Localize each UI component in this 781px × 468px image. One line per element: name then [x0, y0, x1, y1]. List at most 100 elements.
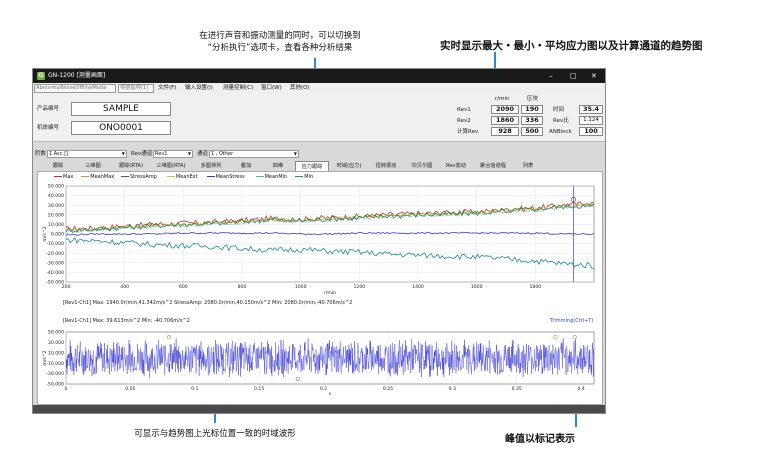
calc-rev-section-value: 500: [521, 127, 543, 136]
machine-label: 机体编号: [37, 125, 60, 131]
tab-7[interactable]: 应力跟踪: [295, 161, 329, 171]
tab-3[interactable]: 三维图(RTA): [151, 161, 191, 171]
channel-select[interactable]: 1 , Other ▼: [209, 150, 299, 158]
legend-swatch: [206, 176, 215, 177]
legend-item: MeanStress: [206, 173, 245, 182]
tab-12[interactable]: 聚合信道程: [473, 161, 513, 171]
trend-y-tick-label: 20.000: [48, 212, 64, 218]
tab-9[interactable]: 扭转振动: [369, 161, 403, 171]
menu-measure-control[interactable]: 测量控制(C): [223, 83, 253, 94]
legend-swatch: [54, 176, 62, 177]
trend-x-tick-label: 800: [238, 284, 247, 290]
app-window: G GN-1200 [测量画面] – □ ✕ AbnormalNoiseOffl…: [32, 68, 606, 414]
rev-channel-select[interactable]: Rev1 ▼: [153, 150, 193, 158]
trend-y-tick-label: -20.000: [46, 251, 64, 257]
time-y-tick-label: -50.000: [46, 382, 64, 388]
trend-chart[interactable]: 50.000 40.000 30.000 20.000 10.000 0.000 -10.0…: [38, 182, 604, 302]
trend-x-axis-label: r/min: [324, 290, 336, 296]
tab-13[interactable]: 列表: [515, 161, 541, 171]
time-y-tick-label: -10.000: [46, 361, 64, 367]
trend-y-tick-label: -40.000: [46, 270, 64, 276]
analysis-tabs: 跟踪 三维图 跟踪(RTA) 三维图(RTA) 多图排列 叠加 四维 应力跟踪 时域(应力) 扭转…: [37, 161, 603, 171]
legend-swatch: [166, 176, 175, 177]
annotation-bottom-right: 峰值以标记表示: [505, 434, 575, 445]
product-field[interactable]: SAMPLE: [71, 102, 171, 116]
time-y-tick-label: -30.000: [46, 371, 64, 377]
trend-info-line: [Rev1-Ch1] Max: 1940.0r/min,41.342m/s^2 …: [63, 300, 353, 306]
trend-y-tick-label: 40.000: [48, 193, 64, 199]
tab-10[interactable]: 坎贝尔图: [405, 161, 439, 171]
time-x-tick-label: 0.35: [512, 386, 522, 392]
trimming-link[interactable]: Trimming(Ctrl+T): [550, 318, 593, 325]
time-label: 时间: [553, 107, 565, 113]
legend-swatch: [121, 176, 129, 177]
legend-swatch: [295, 176, 304, 177]
menu-bar: AbnormalNoiseOfflineMode 导航指导(1) 文件(F) 输…: [33, 83, 605, 94]
stage-select[interactable]: 1 Acc.[] ▼: [47, 150, 127, 158]
trend-y-tick-label: 0.000: [51, 232, 64, 238]
trend-x-tick-label: 400: [120, 284, 129, 290]
status-bar: [33, 405, 605, 413]
legend-item: StressAmp: [121, 173, 157, 182]
time-x-axis-label: s: [329, 392, 332, 397]
doc-tab-offline-mode[interactable]: AbnormalNoiseOfflineMode: [34, 84, 116, 93]
legend-item: Max: [54, 173, 73, 182]
legend-item: Min: [295, 173, 313, 182]
trend-x-tick-label: 200: [62, 284, 71, 290]
calc-rev-value: 928: [491, 127, 519, 136]
legend-label: MeanMax: [90, 174, 115, 180]
tab-8[interactable]: 时域(应力): [331, 161, 367, 171]
tab-11[interactable]: Rev变动: [441, 161, 471, 171]
maximize-button[interactable]: □: [570, 69, 577, 83]
legend-item: MeanMax: [81, 173, 114, 182]
time-x-tick-label: 0.3: [449, 386, 456, 392]
trend-y-tick-label: 30.000: [48, 203, 64, 209]
revratio-label: Rev比: [553, 118, 569, 124]
tab-1[interactable]: 三维图: [75, 161, 111, 171]
time-chart[interactable]: 50.00030.00010.000-10.000-30.000-50.0000…: [38, 330, 604, 397]
legend-label: MeanStress: [215, 174, 245, 180]
trend-y-tick-label: -30.000: [46, 260, 64, 266]
time-y-tick-label: 10.000: [48, 350, 64, 356]
trend-x-tick-label: 1400: [412, 284, 424, 290]
app-logo-icon: G: [37, 72, 45, 80]
doc-tab-navigation[interactable]: 导航指导(1): [118, 84, 154, 93]
tab-2[interactable]: 跟踪(RTA): [113, 161, 149, 171]
tab-4[interactable]: 多图排列: [193, 161, 229, 171]
legend-swatch: [255, 176, 264, 177]
menu-other[interactable]: 其他(O): [290, 83, 310, 94]
trend-y-axis-label: m/s^2: [42, 226, 48, 241]
anblock-value: 100: [579, 127, 603, 136]
stage-select-value: 1 Acc.[]: [49, 151, 69, 157]
tab-0[interactable]: 跟踪: [43, 161, 73, 171]
menu-window[interactable]: 窗口(W): [261, 83, 282, 94]
minimize-button[interactable]: –: [549, 69, 553, 83]
time-x-tick-label: 0.25: [383, 386, 393, 392]
time-x-tick-label: 0: [65, 386, 68, 392]
legend-label: StressAmp: [130, 174, 157, 180]
tab-5[interactable]: 叠加: [231, 161, 261, 171]
tab-6[interactable]: 四维: [263, 161, 293, 171]
legend-label: MeanMin: [264, 174, 288, 180]
time-x-tick-label: 0.1: [191, 386, 198, 392]
rev2-value: 1860: [491, 116, 519, 125]
menu-file[interactable]: 文件(F): [158, 83, 176, 94]
legend-label: Max: [63, 174, 74, 180]
trend-x-tick-label: 1600: [471, 284, 483, 290]
section-label: 区块: [527, 96, 539, 102]
legend-item: MeanExt: [166, 173, 198, 182]
info-panel: 产品编号 SAMPLE 机体编号 ONO0001 r/min 区块 Rev1 2…: [33, 94, 605, 142]
machine-field[interactable]: ONO0001: [71, 121, 171, 135]
legend-swatch: [81, 176, 90, 177]
time-value: 35.4: [579, 105, 603, 114]
time-y-axis-label: m/s^2: [42, 350, 48, 365]
close-button[interactable]: ✕: [591, 69, 597, 83]
rev2-section-value: 336: [521, 116, 543, 125]
revratio-value: 1.124: [579, 116, 603, 125]
rev2-label: Rev2: [457, 118, 471, 124]
menu-input-settings[interactable]: 输入设置(I): [185, 83, 213, 94]
annotation-top-right: 实时显示最大・最小・平均应力图以及计算通道的趋势图: [440, 40, 703, 52]
legend-item: MeanMin: [255, 173, 288, 182]
trend-x-tick-label: 600: [179, 284, 188, 290]
trend-y-tick-label: 50.000: [48, 184, 64, 190]
